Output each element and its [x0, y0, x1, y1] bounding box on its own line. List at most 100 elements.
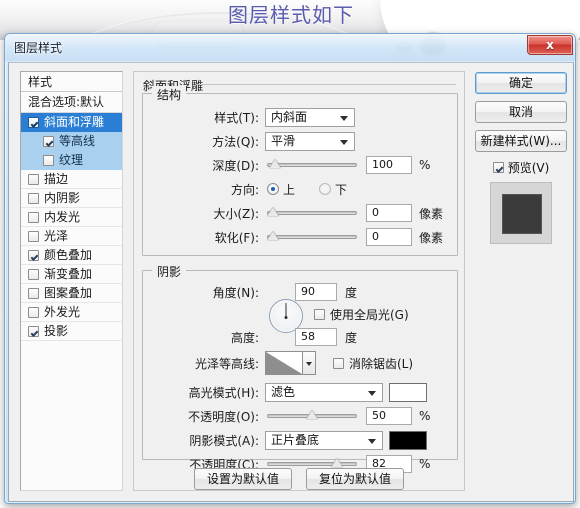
chevron-down-icon [340, 139, 348, 145]
checkbox-unchecked-icon[interactable] [43, 154, 54, 166]
size-slider[interactable] [267, 205, 357, 221]
highlight-opacity-row: 不透明度(O): 50 % [143, 406, 457, 426]
highlight-opacity-unit: % [419, 409, 431, 423]
styles-list-header: 样式 [21, 72, 122, 92]
checkbox-checked-icon[interactable] [43, 135, 54, 147]
style-label: 样式(T): [214, 110, 259, 125]
checkbox-unchecked-icon[interactable] [28, 268, 39, 280]
chevron-down-icon [368, 390, 376, 396]
preview-checkbox-row[interactable]: 预览(V) [475, 159, 567, 176]
style-list-item[interactable]: 外发光 [21, 303, 122, 322]
gloss-contour-label: 光泽等高线: [194, 356, 259, 371]
contour-swatch[interactable] [265, 351, 303, 375]
style-list-item[interactable]: 内发光 [21, 208, 122, 227]
global-light-row[interactable]: 使用全局光(G) [314, 304, 409, 324]
style-list-item[interactable]: 纹理 [21, 151, 122, 170]
highlight-opacity-thumb[interactable] [306, 410, 318, 419]
style-list-item[interactable]: 渐变叠加 [21, 265, 122, 284]
cancel-button[interactable]: 取消 [475, 101, 567, 123]
soften-row: 软化(F): 0 像素 [143, 227, 457, 247]
style-list-item[interactable]: 内阴影 [21, 189, 122, 208]
preview-checkbox[interactable] [492, 162, 504, 173]
angle-value[interactable]: 90 [295, 283, 337, 301]
set-default-button[interactable]: 设置为默认值 [193, 468, 292, 490]
new-style-button[interactable]: 新建样式(W)... [475, 130, 567, 152]
technique-select[interactable]: 平滑 [265, 131, 355, 151]
soften-slider[interactable] [267, 229, 357, 245]
settings-pane: 斜面和浮雕 结构 样式(T): 内斜面 方法(Q): 平滑 [133, 71, 465, 491]
altitude-unit: 度 [345, 330, 358, 345]
style-list-item[interactable]: 光泽 [21, 227, 122, 246]
soften-slider-track [267, 235, 357, 239]
depth-slider[interactable] [267, 157, 357, 173]
size-unit: 像素 [419, 206, 444, 221]
antialias-row[interactable]: 消除锯齿(L) [333, 353, 413, 373]
checkbox-unchecked-icon[interactable] [28, 287, 39, 299]
ok-button[interactable]: 确定 [475, 72, 567, 94]
direction-up-radio[interactable]: 上 [267, 181, 295, 198]
checkbox-unchecked-icon[interactable] [28, 306, 39, 318]
technique-label: 方法(Q): [212, 134, 259, 149]
size-slider-thumb[interactable] [267, 207, 279, 216]
direction-up-label: 上 [283, 182, 296, 197]
soften-value[interactable]: 0 [366, 228, 412, 246]
checkbox-unchecked-icon[interactable] [28, 211, 39, 223]
style-list-item[interactable]: 投影 [21, 322, 122, 341]
highlight-mode-select[interactable]: 滤色 [265, 382, 383, 402]
radio-off-icon [319, 183, 332, 195]
style-list-item-label: 投影 [44, 323, 69, 338]
shadow-mode-select[interactable]: 正片叠底 [265, 430, 383, 450]
contour-dropdown-arrow[interactable] [303, 351, 316, 375]
shadow-mode-value: 正片叠底 [271, 432, 320, 447]
reset-default-button[interactable]: 复位为默认值 [306, 468, 405, 490]
close-button[interactable]: x [527, 35, 573, 55]
style-list-item-label: 内阴影 [44, 190, 81, 205]
style-select[interactable]: 内斜面 [265, 107, 355, 127]
size-value[interactable]: 0 [366, 204, 412, 222]
style-list-item[interactable]: 等高线 [21, 132, 122, 151]
checkbox-checked-icon[interactable] [28, 249, 39, 261]
gloss-contour-row: 光泽等高线: 消除锯齿(L) [143, 350, 457, 376]
altitude-value[interactable]: 58 [295, 328, 337, 346]
global-light-checkbox[interactable] [314, 308, 325, 320]
style-list-item[interactable]: 斜面和浮雕 [21, 113, 122, 132]
preview-thumbnail [490, 182, 552, 244]
highlight-opacity-value[interactable]: 50 [366, 407, 412, 425]
checkbox-checked-icon[interactable] [28, 116, 39, 128]
angle-unit: 度 [345, 285, 358, 300]
direction-down-radio[interactable]: 下 [319, 181, 347, 198]
checkbox-unchecked-icon[interactable] [28, 173, 39, 185]
checkbox-unchecked-icon[interactable] [28, 192, 39, 204]
depth-slider-thumb[interactable] [269, 159, 282, 168]
gloss-contour-picker[interactable] [265, 351, 316, 375]
blending-options-item[interactable]: 混合选项:默认 [21, 92, 122, 113]
checkbox-checked-icon[interactable] [28, 325, 39, 337]
chevron-down-icon [340, 115, 348, 121]
technique-select-value: 平滑 [271, 133, 296, 148]
size-slider-track [267, 211, 357, 215]
shadow-mode-label: 阴影模式(A): [189, 433, 259, 448]
preview-thumbnail-shape [502, 194, 542, 234]
close-icon: x [546, 38, 554, 52]
technique-row: 方法(Q): 平滑 [143, 131, 457, 151]
shading-group: 阴影 角度(N): 90 度 使用全局光(G) 高度: 58 度 光泽等高线: … [142, 263, 458, 473]
overlay-caption: 图层样式如下 [228, 3, 354, 27]
style-list-item[interactable]: 颜色叠加 [21, 246, 122, 265]
dialog-actions: 确定 取消 新建样式(W)... 预览(V) [475, 72, 567, 244]
depth-row: 深度(D): 100 % [143, 155, 457, 175]
highlight-color-swatch[interactable] [389, 382, 427, 402]
antialias-checkbox[interactable] [333, 357, 344, 369]
checkbox-unchecked-icon[interactable] [28, 230, 39, 242]
shadow-color-swatch[interactable] [389, 430, 427, 450]
soften-slider-thumb[interactable] [267, 231, 279, 240]
style-list-item[interactable]: 描边 [21, 170, 122, 189]
highlight-opacity-slider[interactable] [267, 408, 357, 424]
style-list-item[interactable]: 图案叠加 [21, 284, 122, 303]
shadow-opacity-thumb[interactable] [330, 458, 343, 467]
global-light-label: 使用全局光(G) [330, 307, 409, 322]
title-bar[interactable]: 图层样式 x [5, 34, 575, 61]
shadow-opacity-track [267, 462, 357, 466]
angle-label: 角度(N): [212, 285, 259, 300]
style-list-item-label: 纹理 [59, 152, 84, 167]
depth-value[interactable]: 100 [366, 156, 412, 174]
